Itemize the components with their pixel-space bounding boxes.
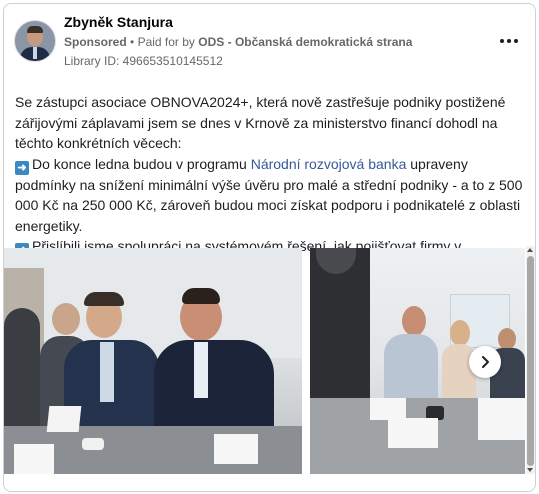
post-paragraph-2: ➜ Do konce ledna budou v programu Národní… xyxy=(15,155,523,234)
payer-name[interactable]: ODS - Občanská demokratická strana xyxy=(198,35,412,49)
scrollbar-thumb[interactable] xyxy=(527,256,534,466)
vertical-scrollbar[interactable] xyxy=(526,246,535,474)
more-options-button[interactable] xyxy=(497,34,521,48)
separator: • xyxy=(130,35,135,49)
post-paragraph-1: Se zástupci asociace OBNOVA2024+, která … xyxy=(15,94,506,151)
sponsor-line: Sponsored • Paid for by ODS - Občanská d… xyxy=(64,35,412,49)
scroll-down-arrow-icon[interactable] xyxy=(527,468,533,472)
ad-card: Zbyněk Stanjura Sponsored • Paid for by … xyxy=(3,3,536,492)
carousel-image-1[interactable] xyxy=(4,248,302,474)
author-name[interactable]: Zbyněk Stanjura xyxy=(64,14,173,30)
library-id: Library ID: 496653510145512 xyxy=(64,54,223,68)
nrb-link[interactable]: Národní rozvojová banka xyxy=(251,156,407,172)
more-horizontal-icon xyxy=(500,39,504,43)
post-text: Se zástupci asociace OBNOVA2024+, která … xyxy=(15,92,527,257)
paid-for-by-label: Paid for by xyxy=(137,35,195,49)
avatar[interactable] xyxy=(14,20,56,62)
next-image-button[interactable] xyxy=(469,346,501,378)
sponsored-label: Sponsored xyxy=(64,35,127,49)
image-carousel[interactable] xyxy=(4,248,525,474)
scroll-up-arrow-icon[interactable] xyxy=(527,248,533,252)
arrow-right-emoji-icon: ➜ xyxy=(15,160,29,175)
chevron-right-icon xyxy=(482,356,489,368)
